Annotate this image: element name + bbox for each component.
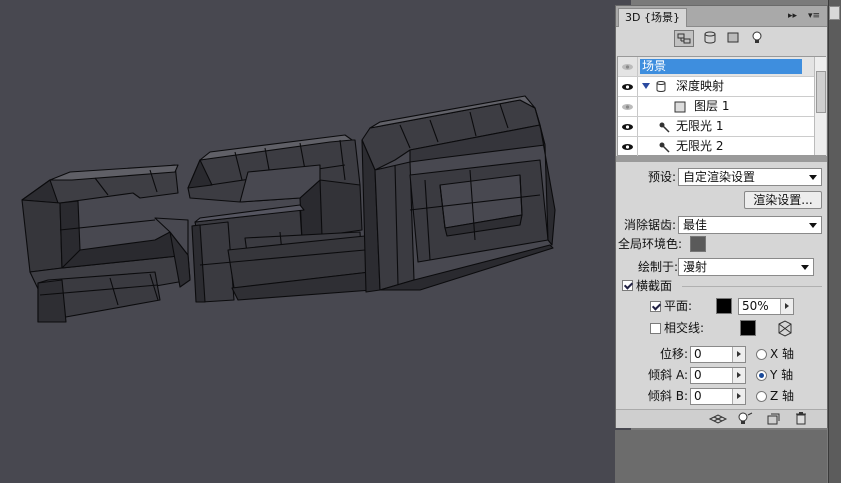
scrollbar-handle[interactable]	[829, 6, 840, 20]
offset-label: 位移:	[659, 347, 688, 361]
layer-row-scene[interactable]: 场景	[618, 57, 814, 77]
z-axis-label: Z 轴	[770, 389, 795, 403]
panel-bottom-toolbar	[616, 409, 827, 428]
chevron-down-icon	[809, 223, 817, 228]
panel-tabbar: 3D {场景} ▸▸ ▾≡	[616, 6, 827, 27]
plane-opacity-input[interactable]: 50%	[738, 298, 794, 315]
antialias-label: 消除锯齿:	[623, 218, 676, 232]
intersection-checkbox[interactable]	[650, 323, 661, 334]
layer-name: 深度映射	[676, 79, 725, 93]
glyph-6	[361, 95, 556, 293]
y-axis-radio[interactable]	[756, 370, 767, 381]
flip-cross-section-icon[interactable]	[776, 320, 794, 338]
tilt-a-input[interactable]: 0	[690, 367, 746, 384]
layer-name: 无限光 2	[676, 139, 724, 153]
x-axis-label: X 轴	[770, 347, 795, 361]
infinite-light-icon	[659, 122, 670, 133]
visibility-eye-icon[interactable]	[618, 97, 638, 116]
material-filter-icon[interactable]	[724, 30, 744, 47]
new-light-icon[interactable]	[766, 412, 782, 426]
section-divider	[682, 286, 822, 287]
scene-filter-icon[interactable]	[674, 30, 694, 47]
tilt-b-input[interactable]: 0	[690, 388, 746, 405]
scene-layer-list: 场景 深度映射 图层 1 无限光 1 无限光 2	[617, 56, 826, 156]
mesh-filter-icon[interactable]	[701, 30, 721, 47]
tilt-b-value: 0	[694, 389, 702, 403]
delete-trash-icon[interactable]	[794, 411, 808, 426]
extruded-3d-text-526[interactable]	[0, 0, 631, 483]
paint-on-label: 绘制于:	[637, 260, 678, 274]
plane-opacity-value: 50%	[742, 299, 769, 313]
intersection-color-swatch[interactable]	[740, 320, 756, 336]
preset-label: 预设:	[647, 170, 676, 184]
3d-scene-panel: 3D {场景} ▸▸ ▾≡ 场景 深度映射 图层 1 无限光 1 无限光 2 预…	[615, 5, 828, 428]
layer-row-layer-1[interactable]: 图层 1	[618, 97, 814, 117]
z-axis-radio[interactable]	[756, 391, 767, 402]
layer-list-scrollbar[interactable]	[814, 57, 826, 155]
chevron-down-icon	[809, 175, 817, 180]
plane-color-swatch[interactable]	[716, 298, 732, 314]
visibility-eye-icon[interactable]	[618, 57, 638, 76]
layer-row-infinite-light-2[interactable]: 无限光 2	[618, 137, 814, 157]
global-ambient-swatch[interactable]	[690, 236, 706, 252]
stepper-arrow-icon[interactable]	[780, 299, 793, 314]
chevron-down-icon	[801, 265, 809, 270]
panel-menu-icon[interactable]: ▾≡	[808, 9, 820, 23]
intersection-label: 相交线:	[664, 321, 705, 335]
stepper-arrow-icon[interactable]	[732, 347, 745, 362]
workspace-scrollbar[interactable]	[828, 0, 841, 483]
x-axis-radio[interactable]	[756, 349, 767, 360]
cross-section-label: 横截面	[636, 279, 673, 293]
tilt-b-label: 倾斜 B:	[647, 389, 688, 403]
paint-on-value: 漫射	[683, 260, 708, 274]
panel-splitter[interactable]	[616, 156, 827, 162]
y-axis-label: Y 轴	[770, 368, 794, 382]
layer-row-depth-map[interactable]: 深度映射	[618, 77, 814, 97]
workspace-gray-area	[615, 430, 827, 483]
visibility-eye-icon[interactable]	[618, 77, 638, 96]
toggle-ground-plane-icon[interactable]	[708, 412, 728, 426]
plane-label: 平面:	[664, 299, 693, 313]
antialias-dropdown[interactable]: 最佳	[678, 216, 822, 234]
offset-value: 0	[694, 347, 702, 361]
infinite-light-icon	[659, 142, 670, 153]
stepper-arrow-icon[interactable]	[732, 389, 745, 404]
global-ambient-label: 全局环境色:	[618, 237, 683, 251]
visibility-eye-icon[interactable]	[618, 137, 638, 156]
tilt-a-label: 倾斜 A:	[648, 368, 688, 382]
tilt-a-value: 0	[694, 368, 702, 382]
material-icon	[674, 101, 686, 113]
collapse-panel-icon[interactable]: ▸▸	[788, 9, 797, 23]
glyph-5	[21, 164, 191, 323]
visibility-eye-icon[interactable]	[618, 117, 638, 136]
render-settings-button[interactable]: 渲染设置...	[744, 191, 822, 209]
tab-3d-scene[interactable]: 3D {场景}	[618, 8, 687, 27]
layer-name: 无限光 1	[676, 119, 724, 133]
preset-value: 自定渲染设置	[683, 170, 756, 184]
panel-filter-buttons	[616, 28, 827, 50]
scrollbar-thumb[interactable]	[816, 71, 826, 113]
paint-on-dropdown[interactable]: 漫射	[678, 258, 814, 276]
preset-dropdown[interactable]: 自定渲染设置	[678, 168, 822, 186]
antialias-value: 最佳	[683, 218, 708, 232]
toggle-lights-icon[interactable]	[736, 411, 754, 426]
layer-name: 图层 1	[694, 99, 730, 113]
light-filter-icon[interactable]	[748, 30, 768, 47]
offset-input[interactable]: 0	[690, 346, 746, 363]
layer-row-infinite-light-1[interactable]: 无限光 1	[618, 117, 814, 137]
expand-triangle-icon[interactable]	[642, 83, 650, 89]
layer-name: 场景	[640, 59, 802, 74]
plane-checkbox[interactable]	[650, 301, 661, 312]
glyph-2	[187, 134, 373, 303]
mesh-icon	[656, 81, 666, 92]
cross-section-checkbox[interactable]	[622, 280, 633, 291]
stepper-arrow-icon[interactable]	[732, 368, 745, 383]
